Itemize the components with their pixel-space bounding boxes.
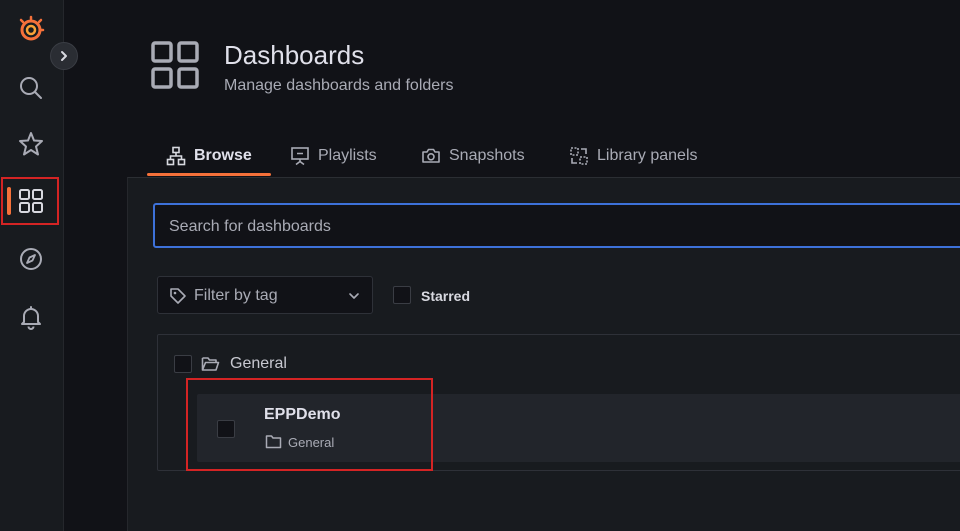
presentation-icon <box>291 147 309 166</box>
tab-playlists-label: Playlists <box>318 147 377 164</box>
tab-snapshots-label: Snapshots <box>449 147 525 164</box>
sidebar <box>0 0 64 531</box>
folder-open-icon[interactable] <box>201 355 220 372</box>
search-icon[interactable] <box>14 71 48 105</box>
tab-library-panels-label: Library panels <box>597 147 698 164</box>
page-subtitle: Manage dashboards and folders <box>224 77 454 94</box>
starred-checkbox[interactable] <box>393 286 411 304</box>
bell-icon[interactable] <box>14 300 48 334</box>
star-icon[interactable] <box>14 127 48 161</box>
library-panel-icon <box>570 147 588 165</box>
dashboard-search-box[interactable] <box>153 203 960 248</box>
tab-library-panels[interactable]: Library panels <box>569 144 698 168</box>
tab-snapshots[interactable]: Snapshots <box>421 144 525 168</box>
dashboard-highlight-box <box>186 378 433 471</box>
starred-label: Starred <box>421 288 471 304</box>
sitemap-icon <box>166 146 186 166</box>
grafana-logo-icon[interactable] <box>14 12 48 46</box>
page-title: Dashboards <box>224 40 365 70</box>
filter-by-tag-select[interactable]: Filter by tag <box>157 276 373 314</box>
tag-icon <box>170 288 186 304</box>
chevron-down-icon <box>349 293 359 299</box>
camera-icon <box>422 148 440 163</box>
dashboards-highlight-box <box>1 177 59 225</box>
chevron-right-icon <box>61 51 67 61</box>
filter-by-tag-label: Filter by tag <box>194 287 278 304</box>
folder-checkbox[interactable] <box>174 355 192 373</box>
tab-browse-label: Browse <box>194 147 252 164</box>
tab-browse[interactable]: Browse <box>166 144 252 168</box>
folder-name[interactable]: General <box>230 355 287 373</box>
tab-playlists[interactable]: Playlists <box>290 144 377 168</box>
active-tab-underline <box>147 173 271 176</box>
compass-icon[interactable] <box>14 242 48 276</box>
sidebar-toggle-button[interactable] <box>50 42 78 70</box>
search-input[interactable] <box>167 214 951 240</box>
dashboards-page-icon <box>150 40 200 90</box>
